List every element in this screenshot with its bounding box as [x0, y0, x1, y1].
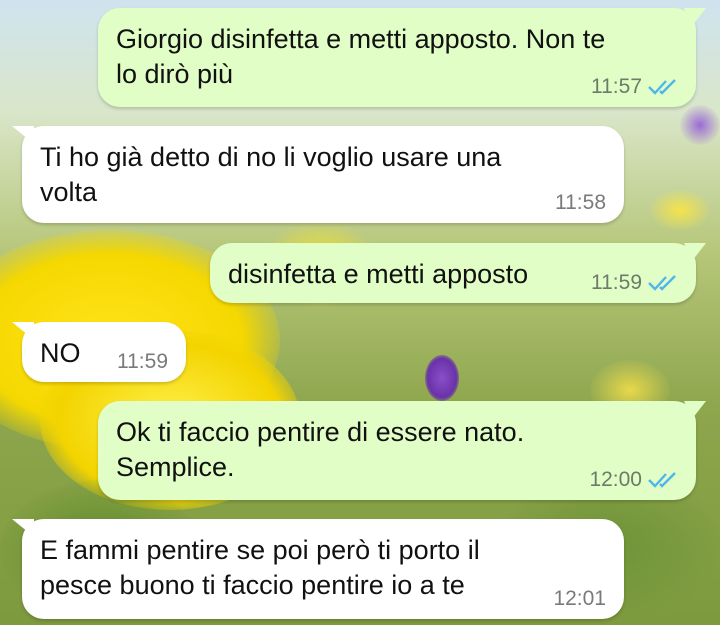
incoming-message[interactable]: E fammi pentire se poi però ti porto il … — [12, 519, 624, 619]
message-meta: 11:59 — [591, 271, 678, 295]
message-time: 12:00 — [589, 468, 642, 491]
message-time: 11:57 — [591, 75, 642, 98]
outgoing-message[interactable]: Giorgio disinfetta e metti apposto. Non … — [98, 8, 706, 107]
bubble-tail-icon — [12, 322, 34, 340]
message-meta: 11:59 — [117, 350, 168, 374]
bubble-tail-icon — [12, 519, 34, 537]
double-check-icon — [648, 275, 676, 291]
message-time: 12:01 — [553, 587, 606, 610]
incoming-message[interactable]: NO 11:59 — [12, 322, 186, 382]
double-check-icon — [648, 79, 676, 95]
message-text: Ti ho già detto di no li voglio usare un… — [40, 142, 502, 207]
bubble-tail-icon — [684, 401, 706, 419]
message-text: E fammi pentire se poi però ti porto il … — [40, 535, 480, 600]
message-meta: 12:01 — [553, 587, 606, 611]
incoming-message[interactable]: Ti ho già detto di no li voglio usare un… — [12, 126, 624, 223]
bubble-tail-icon — [12, 126, 34, 144]
outgoing-message[interactable]: Ok ti faccio pentire di essere nato. Sem… — [98, 401, 706, 500]
outgoing-message[interactable]: disinfetta e metti apposto 11:59 — [210, 243, 706, 303]
bubble-tail-icon — [684, 243, 706, 261]
message-time: 11:58 — [555, 191, 606, 214]
message-time: 11:59 — [117, 350, 168, 373]
message-meta: 12:00 — [589, 468, 678, 492]
message-meta: 11:57 — [591, 75, 678, 99]
double-check-icon — [648, 472, 676, 488]
message-meta: 11:58 — [555, 191, 606, 215]
message-time: 11:59 — [591, 271, 642, 294]
bubble-tail-icon — [684, 8, 706, 26]
